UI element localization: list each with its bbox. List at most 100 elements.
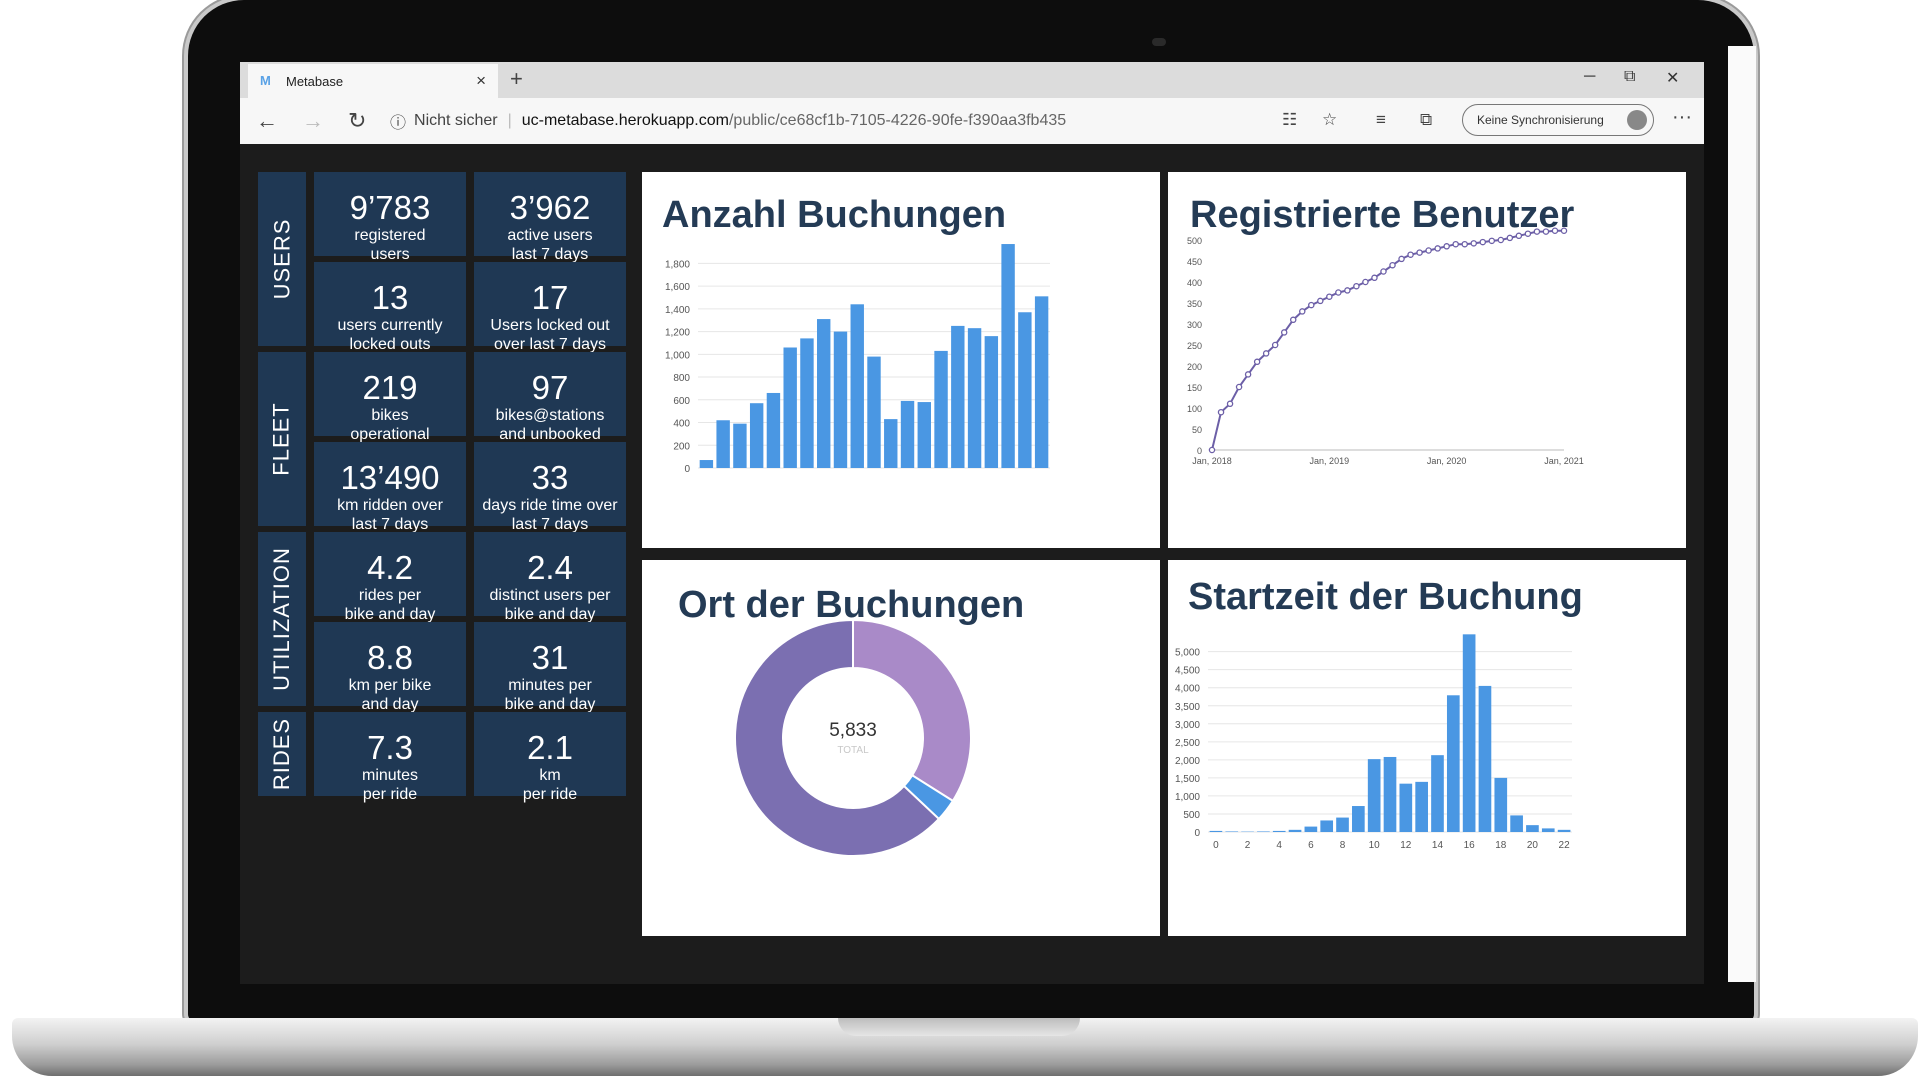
bar xyxy=(817,319,831,468)
y-tick-label: 150 xyxy=(1187,383,1202,393)
bar xyxy=(699,460,714,468)
y-tick-label: 3,000 xyxy=(1175,720,1200,731)
bar xyxy=(867,356,881,468)
bar xyxy=(733,423,747,468)
collections-icon[interactable]: ⧉ xyxy=(1420,110,1432,130)
data-point xyxy=(1353,282,1360,290)
kpi-label: rides per bike and day xyxy=(344,587,436,623)
kpi-value: 13’490 xyxy=(340,459,440,496)
bar xyxy=(1383,756,1397,832)
y-tick-label: 600 xyxy=(673,396,690,407)
data-point xyxy=(1443,243,1450,250)
kpi-label: Users locked out over last 7 days xyxy=(490,317,610,353)
x-tick-label: Jan, 2020 xyxy=(1427,456,1467,466)
new-tab-button[interactable]: + xyxy=(510,66,523,92)
donut-slice xyxy=(852,618,972,803)
reload-icon[interactable]: ↻ xyxy=(348,108,366,134)
y-tick-label: 1,000 xyxy=(665,350,690,361)
bar xyxy=(884,419,898,468)
y-tick-label: 800 xyxy=(673,373,690,384)
bar xyxy=(1510,815,1523,832)
locations-donut-chart: 5,833 TOTAL xyxy=(734,618,972,857)
x-tick-label: 0 xyxy=(1213,840,1219,851)
chart-panel-locations[interactable]: Ort der Buchungen 5,833 TOTAL xyxy=(642,560,1160,936)
favorite-star-icon[interactable]: ☆ xyxy=(1322,110,1337,130)
bar xyxy=(1446,695,1460,832)
favorites-list-icon[interactable]: ≡ xyxy=(1376,110,1386,130)
kpi-value: 13 xyxy=(371,279,409,316)
data-point xyxy=(1488,237,1496,245)
kpi-label: active users last 7 days xyxy=(507,227,593,263)
bar xyxy=(1304,826,1318,832)
chart-panel-users[interactable]: Registrierte Benutzer 0 50 100 150 200 250 300… xyxy=(1168,172,1686,548)
data-point xyxy=(1244,371,1252,378)
kpi-value: 97 xyxy=(531,369,569,406)
y-tick-label: 200 xyxy=(1187,362,1202,372)
bar xyxy=(1320,820,1334,832)
browser-tab[interactable]: M Metabase × xyxy=(248,64,498,98)
bar xyxy=(1557,829,1571,832)
data-point xyxy=(1380,268,1387,275)
y-tick-label: 250 xyxy=(1187,341,1202,351)
x-tick-label: 8 xyxy=(1340,840,1346,851)
bar xyxy=(766,392,781,468)
avatar-icon xyxy=(1627,110,1647,130)
back-icon[interactable]: ← xyxy=(256,108,278,134)
kpi-label: bikes@stations and unbooked xyxy=(495,407,605,443)
bar xyxy=(1431,755,1444,832)
chart-panel-start-time[interactable]: Startzeit der Buchung 0 500 1,000 1,500 2,00… xyxy=(1168,560,1686,936)
section-label: UTILIZATION xyxy=(269,547,295,691)
minimize-icon[interactable]: ─ xyxy=(1584,68,1595,86)
sync-button[interactable]: Keine Synchronisierung xyxy=(1462,104,1654,136)
bar xyxy=(850,304,864,468)
x-tick-label: 16 xyxy=(1464,840,1476,851)
data-point xyxy=(1551,227,1559,235)
section-label: RIDES xyxy=(269,717,294,791)
y-tick-label: 400 xyxy=(673,419,690,430)
y-tick-label: 1,000 xyxy=(1175,792,1200,803)
url-host: uc-metabase.herokuapp.com xyxy=(521,112,729,129)
kpi-value: 7.3 xyxy=(367,729,413,766)
kpi-value: 17 xyxy=(531,279,569,316)
bar xyxy=(1225,831,1239,832)
donut-total-label: TOTAL xyxy=(837,745,869,756)
more-menu-icon[interactable]: ··· xyxy=(1672,106,1692,129)
y-tick-label: 5,000 xyxy=(1175,648,1200,659)
kpi-label: km per bike and day xyxy=(348,677,432,713)
kpi-card: 2.4 distinct users per bike and day xyxy=(474,532,626,623)
section-label: FLEET xyxy=(269,402,294,476)
section-label: USERS xyxy=(269,218,295,300)
data-point xyxy=(1299,308,1306,315)
address-bar: ← → ↻ ⓘ Nicht sicher | uc-metabase.herok… xyxy=(240,98,1704,144)
y-tick-label: 1,400 xyxy=(665,305,690,316)
y-tick-label: 100 xyxy=(1187,404,1202,414)
bar xyxy=(716,420,730,468)
kpi-value: 3’962 xyxy=(509,189,591,226)
data-point xyxy=(1497,236,1505,244)
data-point xyxy=(1271,341,1279,349)
chart-panel-bookings[interactable]: Anzahl Buchungen 0 200 400 600 800 1,000 1,200… xyxy=(642,172,1160,548)
x-tick-label: Jan, 2019 xyxy=(1310,456,1350,466)
restore-icon[interactable]: ⧉ xyxy=(1624,68,1635,86)
data-point xyxy=(1425,247,1432,254)
kpi-card: 13 users currently locked outs xyxy=(314,262,466,353)
sync-label: Keine Synchronisierung xyxy=(1477,113,1604,127)
section-users: USERS xyxy=(258,172,306,346)
kpi-value: 8.8 xyxy=(367,639,413,676)
y-tick-label: 0 xyxy=(1197,446,1202,456)
series-line xyxy=(1211,229,1564,451)
translate-icon[interactable]: ☷ xyxy=(1282,110,1297,130)
kpi-card: 8.8 km per bike and day xyxy=(314,622,466,713)
data-point xyxy=(1461,240,1468,248)
forward-icon[interactable]: → xyxy=(302,108,324,134)
tab-close-icon[interactable]: × xyxy=(476,71,486,91)
window-close-icon[interactable]: ✕ xyxy=(1666,68,1679,88)
data-point xyxy=(1389,261,1396,269)
x-tick-label: 22 xyxy=(1559,840,1571,851)
kpi-card: 4.2 rides per bike and day xyxy=(314,532,466,623)
data-point xyxy=(1226,400,1234,408)
data-point xyxy=(1335,289,1342,296)
bar xyxy=(1399,783,1413,832)
screen-edge xyxy=(1728,46,1756,982)
url-field[interactable]: ⓘ Nicht sicher | uc-metabase.herokuapp.c… xyxy=(390,106,1240,136)
